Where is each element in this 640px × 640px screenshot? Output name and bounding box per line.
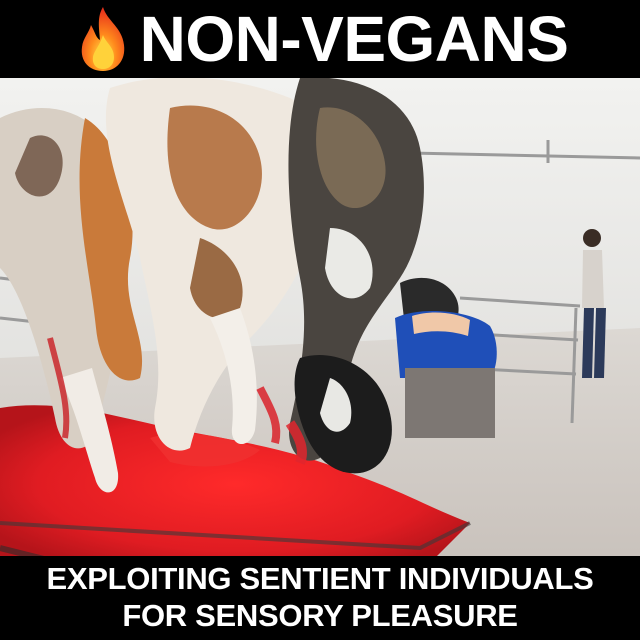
caption-line-1: EXPLOITING SENTIENT INDIVIDUALS xyxy=(46,561,594,597)
photo-scene xyxy=(0,78,640,563)
scene-illustration xyxy=(0,78,640,563)
caption-line-2: FOR SENSORY PLEASURE xyxy=(122,598,518,633)
header-title: NON-VEGANS xyxy=(139,3,569,75)
fire-icon xyxy=(81,7,124,71)
caption-bar: EXPLOITING SENTIENT INDIVIDUALS FOR SENS… xyxy=(0,556,640,640)
header-bar: NON-VEGANS xyxy=(0,0,640,78)
meme-frame: NON-VEGANS EXPLOITING SENTIENT INDIVIDUA… xyxy=(0,0,640,640)
